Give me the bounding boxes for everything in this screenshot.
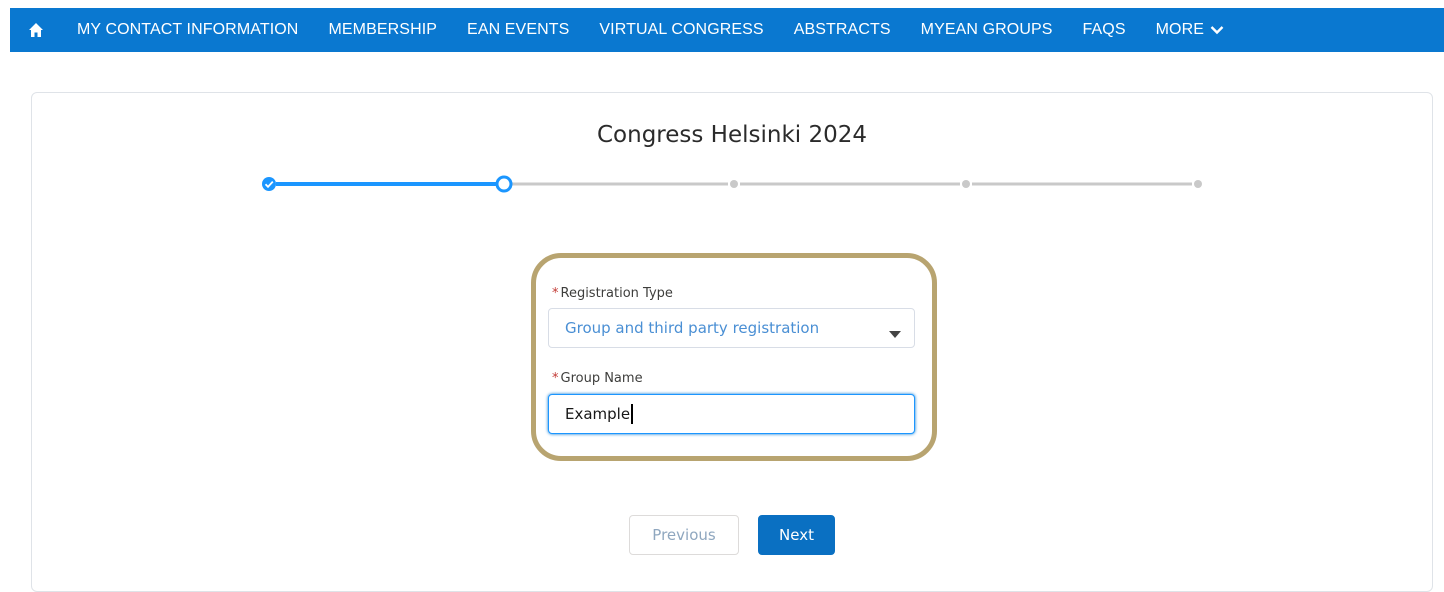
nav-item-ean-events[interactable]: EAN EVENTS bbox=[452, 8, 584, 52]
nav-item-virtual-congress[interactable]: VIRTUAL CONGRESS bbox=[584, 8, 778, 52]
top-nav: MY CONTACT INFORMATION MEMBERSHIP EAN EV… bbox=[10, 8, 1444, 52]
group-name-label: * Group Name bbox=[552, 371, 643, 386]
caret-down-icon bbox=[889, 325, 901, 343]
registration-type-label: * Registration Type bbox=[552, 286, 673, 301]
home-icon bbox=[29, 23, 43, 37]
next-button[interactable]: Next bbox=[758, 515, 835, 555]
group-name-input[interactable]: Example bbox=[548, 394, 915, 434]
progress-step-2-current[interactable] bbox=[495, 175, 513, 193]
text-cursor bbox=[631, 404, 634, 424]
nav-item-myean-groups[interactable]: MYEAN GROUPS bbox=[906, 8, 1068, 52]
nav-item-faqs[interactable]: FAQS bbox=[1068, 8, 1141, 52]
nav-item-abstracts[interactable]: ABSTRACTS bbox=[779, 8, 906, 52]
nav-item-membership[interactable]: MEMBERSHIP bbox=[313, 8, 452, 52]
registration-type-select[interactable]: Group and third party registration bbox=[548, 308, 915, 348]
progress-step-1-complete[interactable] bbox=[262, 177, 276, 191]
group-name-value: Example bbox=[565, 405, 631, 423]
registration-type-value: Group and third party registration bbox=[565, 319, 820, 337]
progress-step-4[interactable] bbox=[962, 180, 970, 188]
nav-item-my-contact-information[interactable]: MY CONTACT INFORMATION bbox=[62, 8, 313, 52]
page-title: Congress Helsinki 2024 bbox=[596, 122, 868, 148]
previous-button[interactable]: Previous bbox=[629, 515, 739, 555]
progress-step-5[interactable] bbox=[1194, 180, 1202, 188]
required-marker: * bbox=[552, 286, 559, 301]
required-marker: * bbox=[552, 371, 559, 386]
nav-item-more[interactable]: MORE bbox=[1141, 8, 1239, 52]
nav-home[interactable] bbox=[10, 8, 62, 52]
chevron-down-icon bbox=[1210, 25, 1224, 35]
progress-step-3[interactable] bbox=[730, 180, 738, 188]
